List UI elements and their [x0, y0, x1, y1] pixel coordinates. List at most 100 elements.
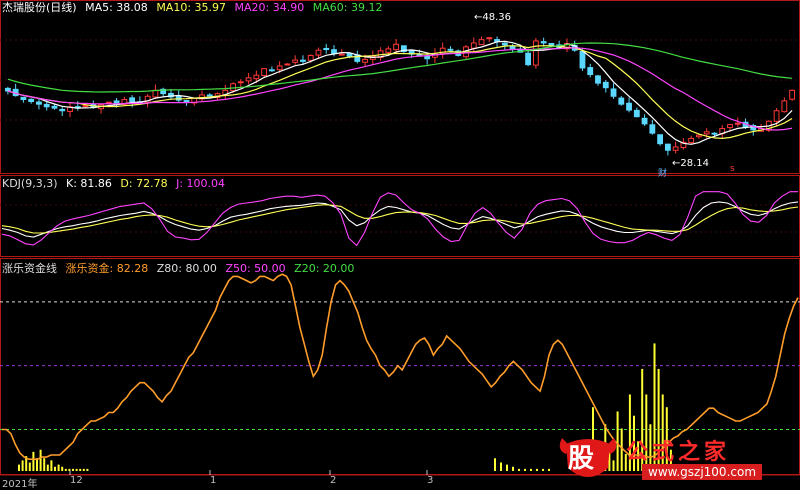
fund-bar-left: [61, 466, 64, 471]
zl-header: 涨乐资金线 涨乐资金: 82.28 Z80: 80.00 Z50: 50.00 …: [2, 262, 359, 275]
candle-body: [447, 48, 454, 51]
fund-bar-mid: [518, 468, 520, 471]
candle-body: [688, 137, 695, 144]
ma10-label: MA10: 35.97: [156, 1, 227, 14]
ma20-label: MA20: 34.90: [234, 1, 305, 14]
candle-body: [183, 100, 190, 103]
candle-body: [331, 49, 337, 54]
candle-body: [284, 63, 291, 66]
kdj-j-label: J: 100.04: [176, 177, 226, 190]
candle-body: [470, 42, 477, 49]
high-price-label: ←48.36: [474, 12, 512, 23]
candle-body: [478, 39, 485, 46]
ma60-label: MA60: 39.12: [312, 1, 383, 14]
candle-body: [587, 67, 594, 76]
candlestick-panel[interactable]: [4, 36, 796, 156]
candle-body: [393, 43, 400, 51]
watermark-url: www.gszj100.com: [642, 464, 763, 480]
candle-body: [51, 105, 58, 109]
fund-bar-left: [18, 464, 20, 471]
candle-body: [641, 117, 648, 125]
candle-body: [525, 52, 532, 66]
fund-bar-left: [79, 468, 82, 471]
candle-body: [657, 134, 664, 145]
candle-body: [261, 68, 268, 77]
fund-bar-left: [28, 462, 31, 471]
fund-bar-mid: [542, 468, 544, 471]
fund-bar-mid: [506, 464, 508, 471]
candle-body: [424, 55, 431, 60]
candle-body: [664, 143, 671, 151]
fund-bar-left: [46, 464, 49, 471]
x-label-12: 12: [70, 475, 83, 486]
z20-label: Z20: 20.00: [294, 262, 355, 275]
candle-body: [532, 40, 539, 66]
kdj-header: KDJ(9,3,3) K: 81.86 D: 72.78 J: 100.04: [2, 177, 230, 190]
candle-body: [43, 103, 50, 108]
candle-body: [789, 89, 796, 100]
fund-bar-left: [50, 460, 53, 471]
candle-body: [579, 50, 586, 69]
candle-body: [602, 81, 609, 89]
candle-body: [672, 146, 679, 151]
fund-bar-left: [43, 458, 46, 471]
candle-body: [501, 42, 508, 46]
candle-body: [292, 59, 299, 63]
stock-chart: [0, 0, 800, 476]
candle-body: [773, 110, 780, 122]
candle-body: [300, 59, 306, 62]
candle-body: [152, 89, 159, 98]
kdj-panel[interactable]: [1, 191, 799, 247]
fund-bar-left: [86, 468, 89, 471]
kdj-j-line: [1, 191, 798, 247]
candle-body: [323, 47, 330, 51]
stock-title[interactable]: 杰瑞股份(日线): [2, 1, 77, 14]
candle-body: [4, 87, 11, 92]
candle-body: [59, 108, 66, 112]
fund-bar-mid: [524, 468, 526, 471]
fund-bar-left: [68, 468, 71, 471]
candle-body: [129, 97, 136, 103]
grid-lines: [0, 39, 800, 475]
candle-body: [206, 94, 213, 97]
candle-body: [28, 98, 35, 103]
fund-bar-left: [39, 449, 42, 471]
fund-bar-mid: [530, 468, 532, 471]
candle-body: [734, 122, 741, 125]
fund-bar-left: [57, 464, 60, 471]
candle-body: [711, 132, 718, 135]
candle-body: [276, 65, 283, 71]
candle-body: [385, 48, 392, 53]
fund-bar-left: [64, 468, 67, 471]
fund-bar-left: [82, 468, 85, 471]
candle-body: [230, 83, 236, 92]
z80-label: Z80: 80.00: [156, 262, 217, 275]
kdj-k-label: K: 81.86: [66, 177, 112, 190]
finance-marker[interactable]: 财: [658, 166, 667, 179]
x-label-3: 3: [427, 475, 434, 486]
candle-body: [649, 124, 656, 134]
kdj-title[interactable]: KDJ(9,3,3): [2, 177, 58, 190]
candle-body: [253, 74, 260, 80]
ma5-label: MA5: 38.08: [85, 1, 148, 14]
candle-body: [540, 41, 547, 44]
fund-bar-left: [21, 460, 24, 471]
candle-body: [696, 134, 702, 138]
low-price-label: ←28.14: [672, 158, 710, 169]
candle-body: [618, 97, 625, 105]
candle-body: [362, 58, 368, 63]
candle-body: [703, 131, 710, 135]
ma5-line: [7, 40, 793, 145]
candle-body: [633, 109, 640, 118]
candle-body: [307, 54, 314, 61]
candle-body: [20, 96, 27, 101]
fund-bar-left: [72, 468, 74, 471]
candle-body: [36, 101, 42, 105]
candle-body: [315, 49, 322, 56]
zl-title[interactable]: 涨乐资金线: [2, 262, 57, 275]
candle-body: [268, 69, 275, 72]
panel-border-0: [0, 0, 800, 174]
kdj-d-label: D: 72.78: [120, 177, 168, 190]
fund-bar-left: [75, 468, 78, 471]
candle-body: [727, 124, 733, 129]
